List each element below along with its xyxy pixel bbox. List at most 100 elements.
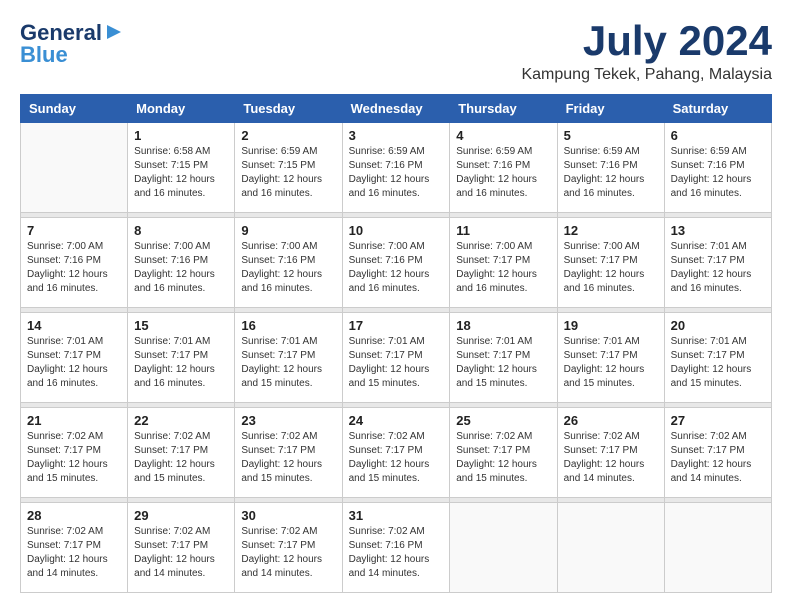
- day-info: Sunrise: 7:00 AMSunset: 7:17 PMDaylight:…: [564, 240, 658, 296]
- day-number: 24: [349, 413, 444, 428]
- day-info: Sunrise: 7:01 AMSunset: 7:17 PMDaylight:…: [564, 335, 658, 391]
- day-number: 29: [134, 508, 228, 523]
- calendar-cell: 6 Sunrise: 6:59 AMSunset: 7:16 PMDaylight…: [664, 123, 771, 213]
- calendar-cell: 21 Sunrise: 7:02 AMSunset: 7:17 PMDayligh…: [21, 408, 128, 498]
- day-info: Sunrise: 7:01 AMSunset: 7:17 PMDaylight:…: [671, 335, 765, 391]
- logo-arrow-icon: [103, 21, 125, 43]
- col-saturday: Saturday: [664, 95, 771, 123]
- col-sunday: Sunday: [21, 95, 128, 123]
- calendar-cell: [664, 503, 771, 593]
- day-number: 30: [241, 508, 335, 523]
- week-row-4: 21 Sunrise: 7:02 AMSunset: 7:17 PMDayligh…: [21, 408, 772, 498]
- day-number: 8: [134, 223, 228, 238]
- day-info: Sunrise: 7:00 AMSunset: 7:16 PMDaylight:…: [27, 240, 121, 296]
- day-info: Sunrise: 6:59 AMSunset: 7:16 PMDaylight:…: [349, 145, 444, 201]
- week-row-2: 7 Sunrise: 7:00 AMSunset: 7:16 PMDaylight…: [21, 218, 772, 308]
- day-info: Sunrise: 7:02 AMSunset: 7:17 PMDaylight:…: [564, 430, 658, 486]
- calendar-cell: 8 Sunrise: 7:00 AMSunset: 7:16 PMDaylight…: [128, 218, 235, 308]
- day-info: Sunrise: 7:01 AMSunset: 7:17 PMDaylight:…: [456, 335, 550, 391]
- calendar-cell: 30Sunrise: 7:02 AMSunset: 7:17 PMDayligh…: [235, 503, 342, 593]
- month-title: July 2024: [521, 20, 772, 62]
- day-info: Sunrise: 6:59 AMSunset: 7:15 PMDaylight:…: [241, 145, 335, 201]
- col-thursday: Thursday: [450, 95, 557, 123]
- day-number: 28: [27, 508, 121, 523]
- day-info: Sunrise: 7:00 AMSunset: 7:16 PMDaylight:…: [134, 240, 228, 296]
- day-info: Sunrise: 6:59 AMSunset: 7:16 PMDaylight:…: [456, 145, 550, 201]
- calendar-cell: 18 Sunrise: 7:01 AMSunset: 7:17 PMDayligh…: [450, 313, 557, 403]
- day-info: Sunrise: 7:02 AMSunset: 7:17 PMDaylight:…: [456, 430, 550, 486]
- day-info: Sunrise: 7:00 AMSunset: 7:16 PMDaylight:…: [241, 240, 335, 296]
- calendar-cell: [21, 123, 128, 213]
- day-number: 25: [456, 413, 550, 428]
- day-number: 16: [241, 318, 335, 333]
- day-info: Sunrise: 7:01 AMSunset: 7:17 PMDaylight:…: [241, 335, 335, 391]
- day-number: 2: [241, 128, 335, 143]
- day-info: Sunrise: 7:02 AMSunset: 7:17 PMDaylight:…: [134, 430, 228, 486]
- col-friday: Friday: [557, 95, 664, 123]
- calendar-cell: 4 Sunrise: 6:59 AMSunset: 7:16 PMDaylight…: [450, 123, 557, 213]
- calendar-cell: [450, 503, 557, 593]
- calendar-cell: 25 Sunrise: 7:02 AMSunset: 7:17 PMDayligh…: [450, 408, 557, 498]
- logo: General Blue: [20, 20, 125, 68]
- calendar-cell: 5Sunrise: 6:59 AMSunset: 7:16 PMDaylight…: [557, 123, 664, 213]
- day-number: 23: [241, 413, 335, 428]
- calendar-cell: 12Sunrise: 7:00 AMSunset: 7:17 PMDayligh…: [557, 218, 664, 308]
- calendar-cell: 10Sunrise: 7:00 AMSunset: 7:16 PMDayligh…: [342, 218, 450, 308]
- day-number: 19: [564, 318, 658, 333]
- day-number: 4: [456, 128, 550, 143]
- calendar-cell: 11Sunrise: 7:00 AMSunset: 7:17 PMDayligh…: [450, 218, 557, 308]
- day-number: 22: [134, 413, 228, 428]
- day-info: Sunrise: 7:02 AMSunset: 7:17 PMDaylight:…: [134, 525, 228, 581]
- calendar-cell: 26 Sunrise: 7:02 AMSunset: 7:17 PMDayligh…: [557, 408, 664, 498]
- calendar-cell: 31Sunrise: 7:02 AMSunset: 7:16 PMDayligh…: [342, 503, 450, 593]
- calendar-cell: 20 Sunrise: 7:01 AMSunset: 7:17 PMDayligh…: [664, 313, 771, 403]
- day-info: Sunrise: 7:00 AMSunset: 7:17 PMDaylight:…: [456, 240, 550, 296]
- calendar-cell: 23 Sunrise: 7:02 AMSunset: 7:17 PMDayligh…: [235, 408, 342, 498]
- day-number: 9: [241, 223, 335, 238]
- day-number: 21: [27, 413, 121, 428]
- day-number: 6: [671, 128, 765, 143]
- day-number: 31: [349, 508, 444, 523]
- calendar-cell: 7 Sunrise: 7:00 AMSunset: 7:16 PMDaylight…: [21, 218, 128, 308]
- day-number: 27: [671, 413, 765, 428]
- calendar-cell: 27 Sunrise: 7:02 AMSunset: 7:17 PMDayligh…: [664, 408, 771, 498]
- day-number: 18: [456, 318, 550, 333]
- calendar-cell: 29 Sunrise: 7:02 AMSunset: 7:17 PMDayligh…: [128, 503, 235, 593]
- day-info: Sunrise: 6:59 AMSunset: 7:16 PMDaylight:…: [671, 145, 765, 201]
- day-info: Sunrise: 7:02 AMSunset: 7:17 PMDaylight:…: [27, 525, 121, 581]
- day-info: Sunrise: 7:02 AMSunset: 7:17 PMDaylight:…: [349, 430, 444, 486]
- calendar-cell: 13Sunrise: 7:01 AMSunset: 7:17 PMDayligh…: [664, 218, 771, 308]
- calendar-header-row: Sunday Monday Tuesday Wednesday Thursday…: [21, 95, 772, 123]
- day-number: 26: [564, 413, 658, 428]
- day-info: Sunrise: 7:02 AMSunset: 7:17 PMDaylight:…: [241, 430, 335, 486]
- logo-blue: Blue: [20, 42, 68, 68]
- calendar-cell: 28 Sunrise: 7:02 AMSunset: 7:17 PMDayligh…: [21, 503, 128, 593]
- day-info: Sunrise: 7:02 AMSunset: 7:17 PMDaylight:…: [27, 430, 121, 486]
- calendar-cell: [557, 503, 664, 593]
- week-row-3: 14 Sunrise: 7:01 AMSunset: 7:17 PMDayligh…: [21, 313, 772, 403]
- day-info: Sunrise: 7:01 AMSunset: 7:17 PMDaylight:…: [27, 335, 121, 391]
- col-wednesday: Wednesday: [342, 95, 450, 123]
- col-tuesday: Tuesday: [235, 95, 342, 123]
- calendar-cell: 15Sunrise: 7:01 AMSunset: 7:17 PMDayligh…: [128, 313, 235, 403]
- col-monday: Monday: [128, 95, 235, 123]
- day-info: Sunrise: 6:58 AMSunset: 7:15 PMDaylight:…: [134, 145, 228, 201]
- location-title: Kampung Tekek, Pahang, Malaysia: [521, 66, 772, 84]
- title-section: July 2024 Kampung Tekek, Pahang, Malaysi…: [521, 20, 772, 84]
- calendar-cell: 9 Sunrise: 7:00 AMSunset: 7:16 PMDaylight…: [235, 218, 342, 308]
- calendar-cell: 24 Sunrise: 7:02 AMSunset: 7:17 PMDayligh…: [342, 408, 450, 498]
- page-header: General Blue July 2024 Kampung Tekek, Pa…: [20, 20, 772, 84]
- calendar-cell: 16 Sunrise: 7:01 AMSunset: 7:17 PMDayligh…: [235, 313, 342, 403]
- day-info: Sunrise: 7:02 AMSunset: 7:17 PMDaylight:…: [671, 430, 765, 486]
- calendar-cell: 1 Sunrise: 6:58 AMSunset: 7:15 PMDaylight…: [128, 123, 235, 213]
- day-number: 14: [27, 318, 121, 333]
- calendar-cell: 2 Sunrise: 6:59 AMSunset: 7:15 PMDaylight…: [235, 123, 342, 213]
- day-info: Sunrise: 7:00 AMSunset: 7:16 PMDaylight:…: [349, 240, 444, 296]
- day-number: 1: [134, 128, 228, 143]
- calendar-cell: 14 Sunrise: 7:01 AMSunset: 7:17 PMDayligh…: [21, 313, 128, 403]
- day-info: Sunrise: 7:01 AMSunset: 7:17 PMDaylight:…: [134, 335, 228, 391]
- day-number: 20: [671, 318, 765, 333]
- day-number: 5: [564, 128, 658, 143]
- day-number: 17: [349, 318, 444, 333]
- day-number: 7: [27, 223, 121, 238]
